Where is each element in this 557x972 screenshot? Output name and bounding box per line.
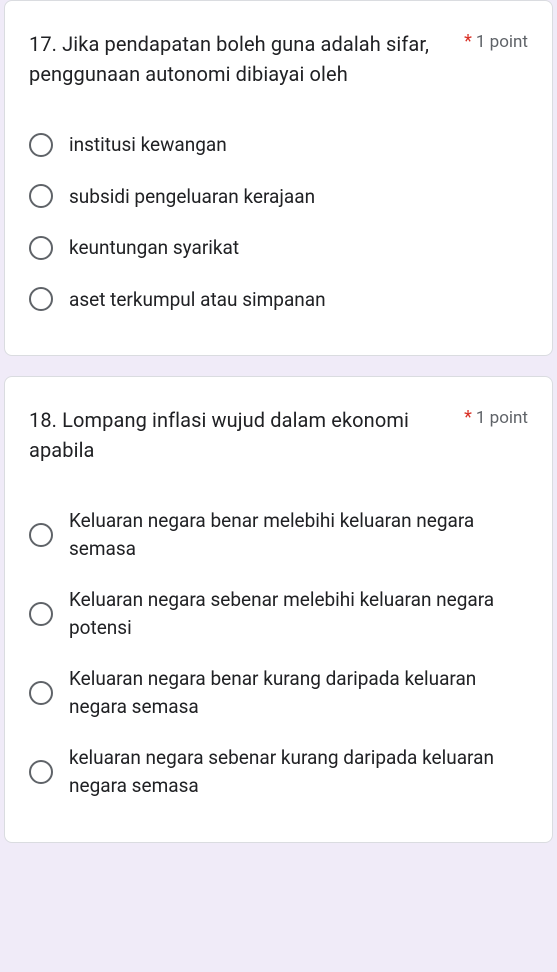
points-label: 1 point <box>476 408 528 428</box>
radio-icon <box>29 287 53 311</box>
options-group: institusi kewangan subsidi pengeluaran k… <box>29 119 528 325</box>
required-asterisk: * <box>464 407 472 428</box>
question-meta: * 1 point <box>464 405 528 428</box>
question-header: 18. Lompang inflasi wujud dalam ekonomi … <box>29 405 528 465</box>
question-title: 18. Lompang inflasi wujud dalam ekonomi … <box>29 405 452 465</box>
radio-icon <box>29 523 53 547</box>
radio-icon <box>29 760 53 784</box>
question-card-17: 17. Jika pendapatan boleh guna adalah si… <box>4 0 553 356</box>
required-asterisk: * <box>464 31 472 52</box>
option-label: Keluaran negara benar melebihi keluaran … <box>69 507 528 562</box>
radio-icon <box>29 236 53 260</box>
option-label: Keluaran negara benar kurang daripada ke… <box>69 665 528 720</box>
option-label: institusi kewangan <box>69 131 227 159</box>
points-label: 1 point <box>476 32 528 52</box>
option-keluaran-benar-kurang[interactable]: Keluaran negara benar kurang daripada ke… <box>29 653 528 732</box>
option-subsidi-pengeluaran-kerajaan[interactable]: subsidi pengeluaran kerajaan <box>29 171 528 223</box>
radio-icon <box>29 133 53 157</box>
question-title: 17. Jika pendapatan boleh guna adalah si… <box>29 29 452 89</box>
option-label: aset terkumpul atau simpanan <box>69 286 326 314</box>
radio-icon <box>29 602 53 626</box>
option-label: keluaran negara sebenar kurang daripada … <box>69 744 528 799</box>
option-keluaran-sebenar-melebihi[interactable]: Keluaran negara sebenar melebihi keluara… <box>29 574 528 653</box>
option-label: Keluaran negara sebenar melebihi keluara… <box>69 586 528 641</box>
option-aset-terkumpul[interactable]: aset terkumpul atau simpanan <box>29 274 528 326</box>
radio-icon <box>29 184 53 208</box>
option-label: keuntungan syarikat <box>69 234 239 262</box>
question-header: 17. Jika pendapatan boleh guna adalah si… <box>29 29 528 89</box>
question-card-18: 18. Lompang inflasi wujud dalam ekonomi … <box>4 376 553 842</box>
option-keluaran-sebenar-kurang[interactable]: keluaran negara sebenar kurang daripada … <box>29 732 528 811</box>
option-keuntungan-syarikat[interactable]: keuntungan syarikat <box>29 222 528 274</box>
option-label: subsidi pengeluaran kerajaan <box>69 183 315 211</box>
options-group: Keluaran negara benar melebihi keluaran … <box>29 495 528 811</box>
question-meta: * 1 point <box>464 29 528 52</box>
radio-icon <box>29 681 53 705</box>
option-keluaran-benar-melebihi[interactable]: Keluaran negara benar melebihi keluaran … <box>29 495 528 574</box>
option-institusi-kewangan[interactable]: institusi kewangan <box>29 119 528 171</box>
